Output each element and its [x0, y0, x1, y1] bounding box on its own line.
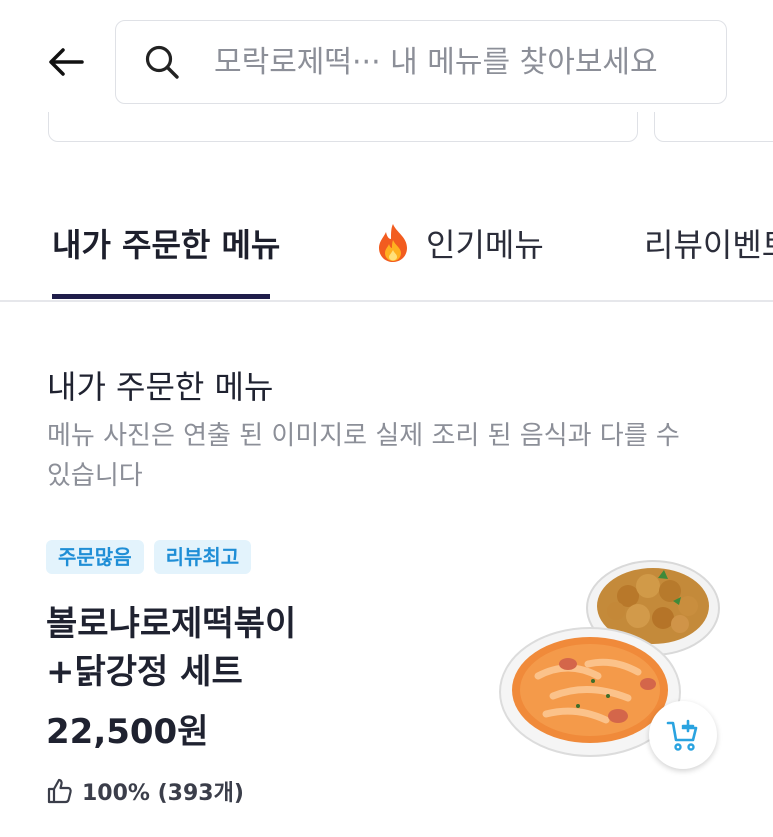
tab-label: 리뷰이벤트 — [644, 226, 773, 264]
add-to-cart-button[interactable] — [649, 701, 717, 769]
section-title: 내가 주문한 메뉴 — [47, 368, 274, 406]
section-description: 메뉴 사진은 연출 된 이미지로 실제 조리 된 음식과 다를 수 있습니다 — [47, 421, 680, 491]
tab-bar: 내가 주문한 메뉴 인기메뉴 리뷰이벤트 — [0, 190, 773, 302]
tab-my-orders[interactable]: 내가 주문한 메뉴 — [52, 220, 280, 266]
cart-plus-icon — [666, 719, 698, 751]
tab-popular-menu[interactable]: 인기메뉴 — [374, 220, 544, 266]
badge-best-review: 리뷰최고 — [153, 540, 252, 574]
active-tab-indicator — [52, 294, 270, 299]
category-card[interactable] — [48, 112, 638, 142]
search-bar[interactable] — [115, 20, 727, 104]
menu-item-name-line1: 볼로냐로제떡볶이 — [46, 604, 297, 644]
thumbs-up-icon — [46, 777, 74, 805]
fire-icon — [374, 223, 412, 263]
rating-text: 100% (393개) — [82, 781, 244, 806]
header — [0, 0, 773, 112]
tab-label: 내가 주문한 메뉴 — [52, 226, 281, 264]
menu-item-name-line2: +닭강정 세트 — [46, 652, 243, 692]
badge-list: 주문많음 리뷰최고 — [46, 540, 252, 574]
tab-label: 인기메뉴 — [426, 226, 544, 264]
search-input[interactable] — [214, 44, 714, 80]
badge-most-ordered: 주문많음 — [46, 540, 144, 574]
category-cards-peek — [0, 112, 773, 144]
category-card[interactable] — [654, 112, 773, 142]
back-arrow-icon — [49, 48, 84, 76]
menu-item-rating: 100% (393개) — [46, 775, 244, 807]
menu-item-name: 볼로냐로제떡볶이 +닭강정 세트 — [46, 600, 296, 696]
menu-item-price: 22,500원 — [46, 712, 209, 752]
search-icon — [140, 40, 184, 84]
tab-review-event[interactable]: 리뷰이벤트 — [644, 220, 773, 266]
back-button[interactable] — [44, 40, 88, 84]
